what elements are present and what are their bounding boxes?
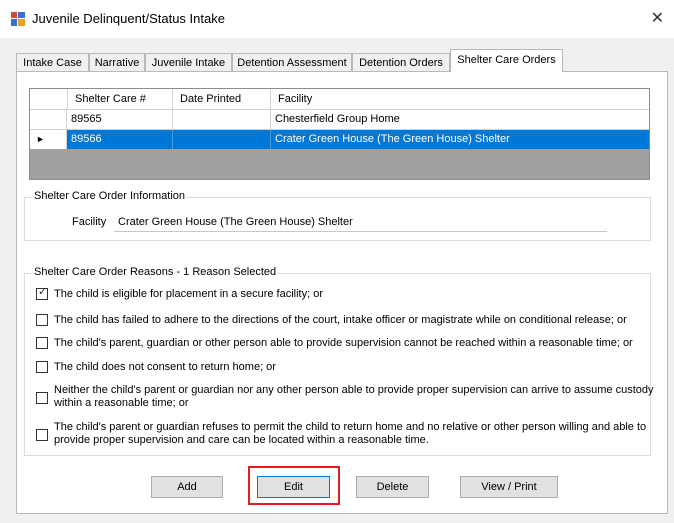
row-header[interactable] (30, 110, 67, 129)
reasons-legend: Shelter Care Order Reasons - 1 Reason Se… (32, 266, 279, 278)
reason-label: The child is eligible for placement in a… (54, 288, 324, 300)
table-row-selected[interactable]: ► 89566 Crater Green House (The Green Ho… (30, 129, 649, 149)
table-row[interactable]: 89565 Chesterfield Group Home (30, 109, 649, 129)
column-header-date-printed[interactable]: Date Printed (173, 89, 271, 109)
add-button[interactable]: Add (151, 476, 223, 498)
window-title: Juvenile Delinquent/Status Intake (32, 11, 225, 26)
tab-narrative[interactable]: Narrative (89, 53, 145, 71)
reason-label: The child's parent, guardian or other pe… (54, 337, 633, 349)
tab-intake-case[interactable]: Intake Case (16, 53, 89, 71)
reason-checkbox[interactable] (36, 337, 48, 349)
reason-checkbox[interactable] (36, 429, 48, 441)
column-header-facility[interactable]: Facility (271, 89, 649, 109)
cell-facility[interactable]: Crater Green House (The Green House) She… (271, 130, 649, 149)
reason-label: The child has failed to adhere to the di… (54, 314, 627, 326)
cell-facility[interactable]: Chesterfield Group Home (271, 110, 649, 129)
reason-label-continued: within a reasonable time; or (54, 397, 189, 409)
reason-label: The child's parent or guardian refuses t… (54, 421, 647, 433)
reason-checkbox-checked[interactable]: ✓ (36, 286, 48, 300)
reason-checkbox[interactable] (36, 361, 48, 373)
grid-header: Shelter Care # Date Printed Facility (30, 89, 649, 109)
reason-checkbox[interactable] (36, 314, 48, 326)
tab-detention-orders[interactable]: Detention Orders (352, 53, 450, 71)
order-info-legend: Shelter Care Order Information (32, 190, 188, 202)
edit-button-highlight (248, 466, 340, 505)
title-bar: Juvenile Delinquent/Status Intake ✕ (0, 0, 674, 38)
reason-label: Neither the child's parent or guardian n… (54, 384, 654, 396)
tab-shelter-care-orders[interactable]: Shelter Care Orders (450, 49, 563, 72)
delete-button[interactable]: Delete (356, 476, 429, 498)
close-icon[interactable]: ✕ (651, 8, 664, 28)
row-header[interactable]: ► (30, 130, 67, 149)
checkmark-icon: ✓ (38, 286, 48, 298)
cell-date-printed[interactable] (173, 130, 271, 149)
shelter-care-grid[interactable]: Shelter Care # Date Printed Facility 895… (29, 88, 650, 180)
reason-checkbox[interactable] (36, 392, 48, 404)
facility-field[interactable] (114, 212, 607, 232)
tab-juvenile-intake[interactable]: Juvenile Intake (145, 53, 232, 71)
tab-detention-assessment[interactable]: Detention Assessment (232, 53, 352, 71)
cell-shelter-care-number[interactable]: 89565 (67, 110, 173, 129)
form-app-icon (11, 12, 25, 26)
cell-date-printed[interactable] (173, 110, 271, 129)
column-header-shelter-care-number[interactable]: Shelter Care # (68, 89, 173, 109)
reason-label-continued: provide proper supervision and care can … (54, 434, 429, 446)
grid-corner (30, 89, 68, 109)
view-print-button[interactable]: View / Print (460, 476, 558, 498)
current-row-indicator-icon: ► (36, 134, 45, 144)
cell-shelter-care-number[interactable]: 89566 (67, 130, 173, 149)
facility-label: Facility (72, 216, 107, 228)
reason-label: The child does not consent to return hom… (54, 361, 276, 373)
